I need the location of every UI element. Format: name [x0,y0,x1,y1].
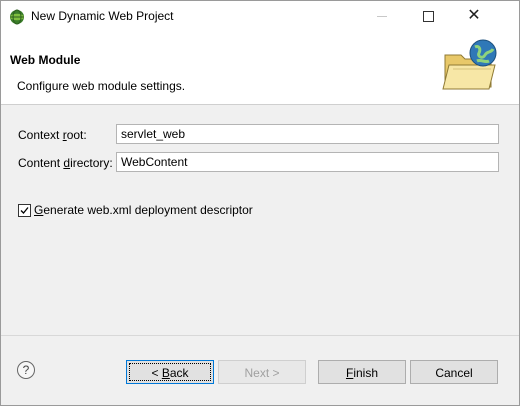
page-description: Configure web module settings. [17,79,186,93]
close-button[interactable]: ✕ [451,1,497,31]
dialog-window: New Dynamic Web Project ✕ Web Module Con… [0,0,520,406]
wizard-content: Context root: Content directory: Generat… [1,105,519,335]
wizard-banner: Web Module Configure web module settings… [1,31,519,105]
window-title: New Dynamic Web Project [31,9,174,23]
cancel-button[interactable]: Cancel [410,360,498,384]
content-directory-input[interactable] [116,152,499,172]
web-folder-globe-icon [442,39,497,90]
generate-descriptor-row[interactable]: Generate web.xml deployment descriptor [18,203,253,217]
page-title: Web Module [10,53,81,67]
maximize-icon [422,10,434,22]
minimize-button[interactable] [359,1,405,31]
eclipse-icon [10,9,24,25]
button-bar-separator [1,335,519,336]
close-icon: ✕ [467,7,481,24]
minimize-icon [377,15,387,17]
back-button[interactable]: < Back [126,360,214,384]
finish-button[interactable]: Finish [318,360,406,384]
context-root-label: Context root: [18,128,87,142]
next-button[interactable]: Next > [218,360,306,384]
content-directory-label: Content directory: [18,156,113,170]
generate-descriptor-checkbox[interactable] [18,203,31,217]
maximize-button[interactable] [405,1,451,31]
help-icon[interactable]: ? [17,361,35,379]
title-bar: New Dynamic Web Project ✕ [1,1,519,31]
generate-descriptor-label: Generate web.xml deployment descriptor [34,203,253,217]
context-root-input[interactable] [116,124,499,144]
checkmark-icon [20,206,29,214]
